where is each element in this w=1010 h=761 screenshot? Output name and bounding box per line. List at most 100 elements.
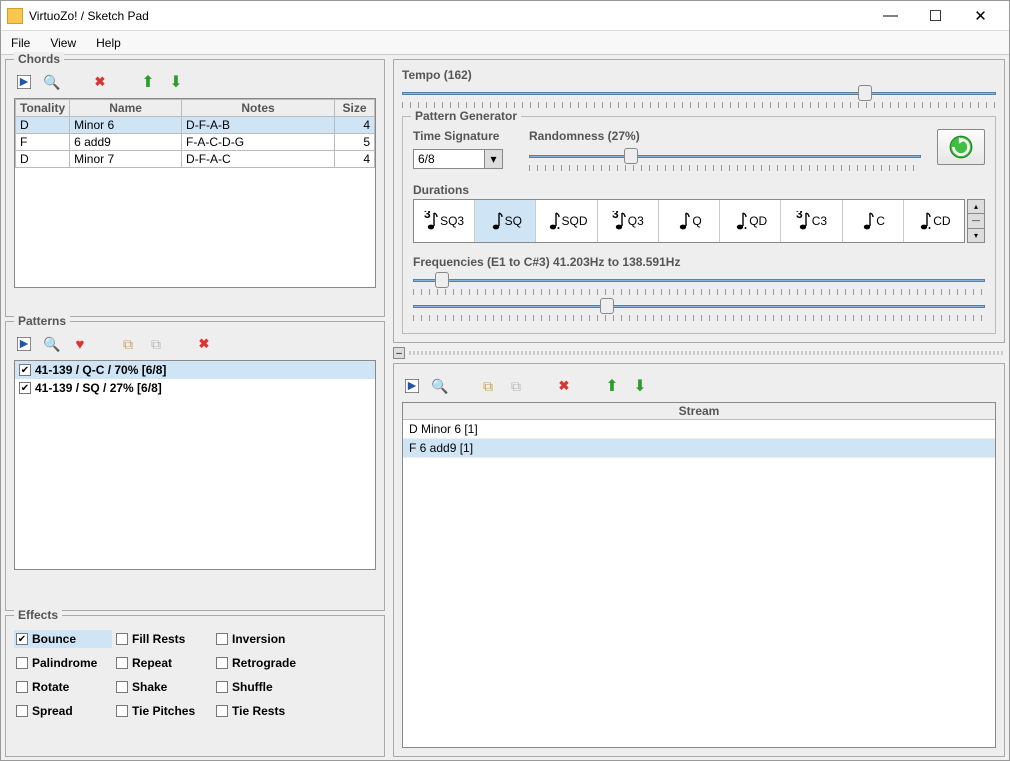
close-button[interactable]: ✕ xyxy=(958,1,1003,31)
effect-shake[interactable]: Shake xyxy=(114,678,212,696)
play-icon[interactable] xyxy=(402,376,422,396)
search-icon[interactable]: 🔍 xyxy=(430,376,450,396)
effect-palindrome[interactable]: Palindrome xyxy=(14,654,112,672)
patterns-list[interactable]: ✔41-139 / Q-C / 70% [6/8]✔41-139 / SQ / … xyxy=(14,360,376,570)
move-down-icon[interactable]: ⬇ xyxy=(630,376,650,396)
generate-button[interactable] xyxy=(937,129,985,165)
maximize-button[interactable]: ☐ xyxy=(913,1,958,31)
chords-title: Chords xyxy=(14,52,64,66)
checkbox-icon[interactable] xyxy=(116,681,128,693)
effect-spread[interactable]: Spread xyxy=(14,702,112,720)
checkbox-icon[interactable] xyxy=(216,681,228,693)
play-icon[interactable] xyxy=(14,72,34,92)
generator-panel: Tempo (162) Pattern Generator Time Signa… xyxy=(393,59,1005,343)
effect-fill-rests[interactable]: Fill Rests xyxy=(114,630,212,648)
duration-q[interactable]: Q xyxy=(659,200,720,242)
paste-icon[interactable]: ⧉ xyxy=(146,334,166,354)
col-tonality[interactable]: Tonality xyxy=(16,100,70,117)
move-up-icon[interactable]: ⬆ xyxy=(138,72,158,92)
patterns-panel: Patterns 🔍 ♥ ⧉ ⧉ ✖ ✔41-139 / Q-C / 70% [… xyxy=(5,321,385,611)
list-item[interactable]: ✔41-139 / SQ / 27% [6/8] xyxy=(15,379,375,397)
duration-q3[interactable]: 3Q3 xyxy=(598,200,659,242)
search-icon[interactable]: 🔍 xyxy=(42,334,62,354)
duration-sq3[interactable]: 3SQ3 xyxy=(414,200,475,242)
time-signature-value: 6/8 xyxy=(414,150,484,168)
col-size[interactable]: Size xyxy=(335,100,375,117)
patterns-title: Patterns xyxy=(14,314,70,328)
table-row[interactable]: DMinor 6D-F-A-B4 xyxy=(16,117,375,134)
durations-list[interactable]: 3SQ3SQSQD3Q3QQD3C3CCD xyxy=(413,199,965,243)
delete-icon[interactable]: ✖ xyxy=(90,72,110,92)
randomness-label: Randomness (27%) xyxy=(529,129,921,143)
menu-bar: File View Help xyxy=(1,31,1009,55)
svg-text:3: 3 xyxy=(796,211,803,221)
list-item[interactable]: ✔41-139 / Q-C / 70% [6/8] xyxy=(15,361,375,379)
effects-panel: Effects ✔BounceFill RestsInversionPalind… xyxy=(5,615,385,757)
stream-row[interactable]: D Minor 6 [1] xyxy=(403,420,995,439)
copy-icon[interactable]: ⧉ xyxy=(118,334,138,354)
time-signature-select[interactable]: 6/8 ▾ xyxy=(413,149,503,169)
tempo-slider[interactable] xyxy=(402,88,996,100)
frequency-low-slider[interactable] xyxy=(413,275,985,287)
stream-header[interactable]: Stream xyxy=(403,403,995,420)
table-row[interactable]: F6 add9F-A-C-D-G5 xyxy=(16,134,375,151)
checkbox-icon[interactable] xyxy=(16,705,28,717)
chords-table[interactable]: Tonality Name Notes Size DMinor 6D-F-A-B… xyxy=(15,99,375,168)
checkbox-icon[interactable]: ✔ xyxy=(16,633,28,645)
duration-cd[interactable]: CD xyxy=(904,200,964,242)
frequencies-label: Frequencies (E1 to C#3) 41.203Hz to 138.… xyxy=(413,255,985,269)
copy-icon[interactable]: ⧉ xyxy=(478,376,498,396)
checkbox-icon[interactable] xyxy=(116,657,128,669)
svg-text:3: 3 xyxy=(424,211,431,221)
effect-tie-rests[interactable]: Tie Rests xyxy=(214,702,312,720)
checkbox-icon[interactable]: ✔ xyxy=(19,364,31,376)
effect-shuffle[interactable]: Shuffle xyxy=(214,678,312,696)
favorite-icon[interactable]: ♥ xyxy=(70,334,90,354)
duration-c3[interactable]: 3C3 xyxy=(781,200,842,242)
effects-title: Effects xyxy=(14,608,62,622)
durations-label: Durations xyxy=(413,183,985,197)
col-notes[interactable]: Notes xyxy=(182,100,335,117)
durations-spinner[interactable]: ▴—▾ xyxy=(967,199,985,243)
effect-inversion[interactable]: Inversion xyxy=(214,630,312,648)
stream-row[interactable]: F 6 add9 [1] xyxy=(403,439,995,458)
play-icon[interactable] xyxy=(14,334,34,354)
move-up-icon[interactable]: ⬆ xyxy=(602,376,622,396)
effect-retrograde[interactable]: Retrograde xyxy=(214,654,312,672)
menu-help[interactable]: Help xyxy=(92,34,125,52)
chords-panel: Chords 🔍 ✖ ⬆ ⬇ Tonality Name Notes Size xyxy=(5,59,385,317)
delete-icon[interactable]: ✖ xyxy=(194,334,214,354)
effect-rotate[interactable]: Rotate xyxy=(14,678,112,696)
minimize-button[interactable]: — xyxy=(868,1,913,31)
menu-file[interactable]: File xyxy=(7,34,34,52)
table-row[interactable]: DMinor 7D-F-A-C4 xyxy=(16,151,375,168)
stream-table[interactable]: Stream D Minor 6 [1]F 6 add9 [1] xyxy=(402,402,996,748)
checkbox-icon[interactable]: ✔ xyxy=(19,382,31,394)
frequency-high-slider[interactable] xyxy=(413,301,985,313)
collapse-icon[interactable]: – xyxy=(393,347,405,359)
duration-c[interactable]: C xyxy=(843,200,904,242)
duration-qd[interactable]: QD xyxy=(720,200,781,242)
checkbox-icon[interactable] xyxy=(116,633,128,645)
effect-repeat[interactable]: Repeat xyxy=(114,654,212,672)
app-icon xyxy=(7,8,23,24)
duration-sq[interactable]: SQ xyxy=(475,200,536,242)
chevron-down-icon[interactable]: ▾ xyxy=(484,150,502,168)
menu-view[interactable]: View xyxy=(46,34,80,52)
duration-sqd[interactable]: SQD xyxy=(536,200,597,242)
col-name[interactable]: Name xyxy=(70,100,182,117)
effect-tie-pitches[interactable]: Tie Pitches xyxy=(114,702,212,720)
search-icon[interactable]: 🔍 xyxy=(42,72,62,92)
move-down-icon[interactable]: ⬇ xyxy=(166,72,186,92)
checkbox-icon[interactable] xyxy=(216,705,228,717)
paste-icon[interactable]: ⧉ xyxy=(506,376,526,396)
delete-icon[interactable]: ✖ xyxy=(554,376,574,396)
randomness-slider[interactable] xyxy=(529,151,921,163)
checkbox-icon[interactable] xyxy=(216,657,228,669)
checkbox-icon[interactable] xyxy=(16,657,28,669)
checkbox-icon[interactable] xyxy=(16,681,28,693)
checkbox-icon[interactable] xyxy=(216,633,228,645)
effect-bounce[interactable]: ✔Bounce xyxy=(14,630,112,648)
checkbox-icon[interactable] xyxy=(116,705,128,717)
stream-panel: 🔍 ⧉ ⧉ ✖ ⬆ ⬇ Stream D Minor 6 [1]F 6 add9… xyxy=(393,363,1005,757)
